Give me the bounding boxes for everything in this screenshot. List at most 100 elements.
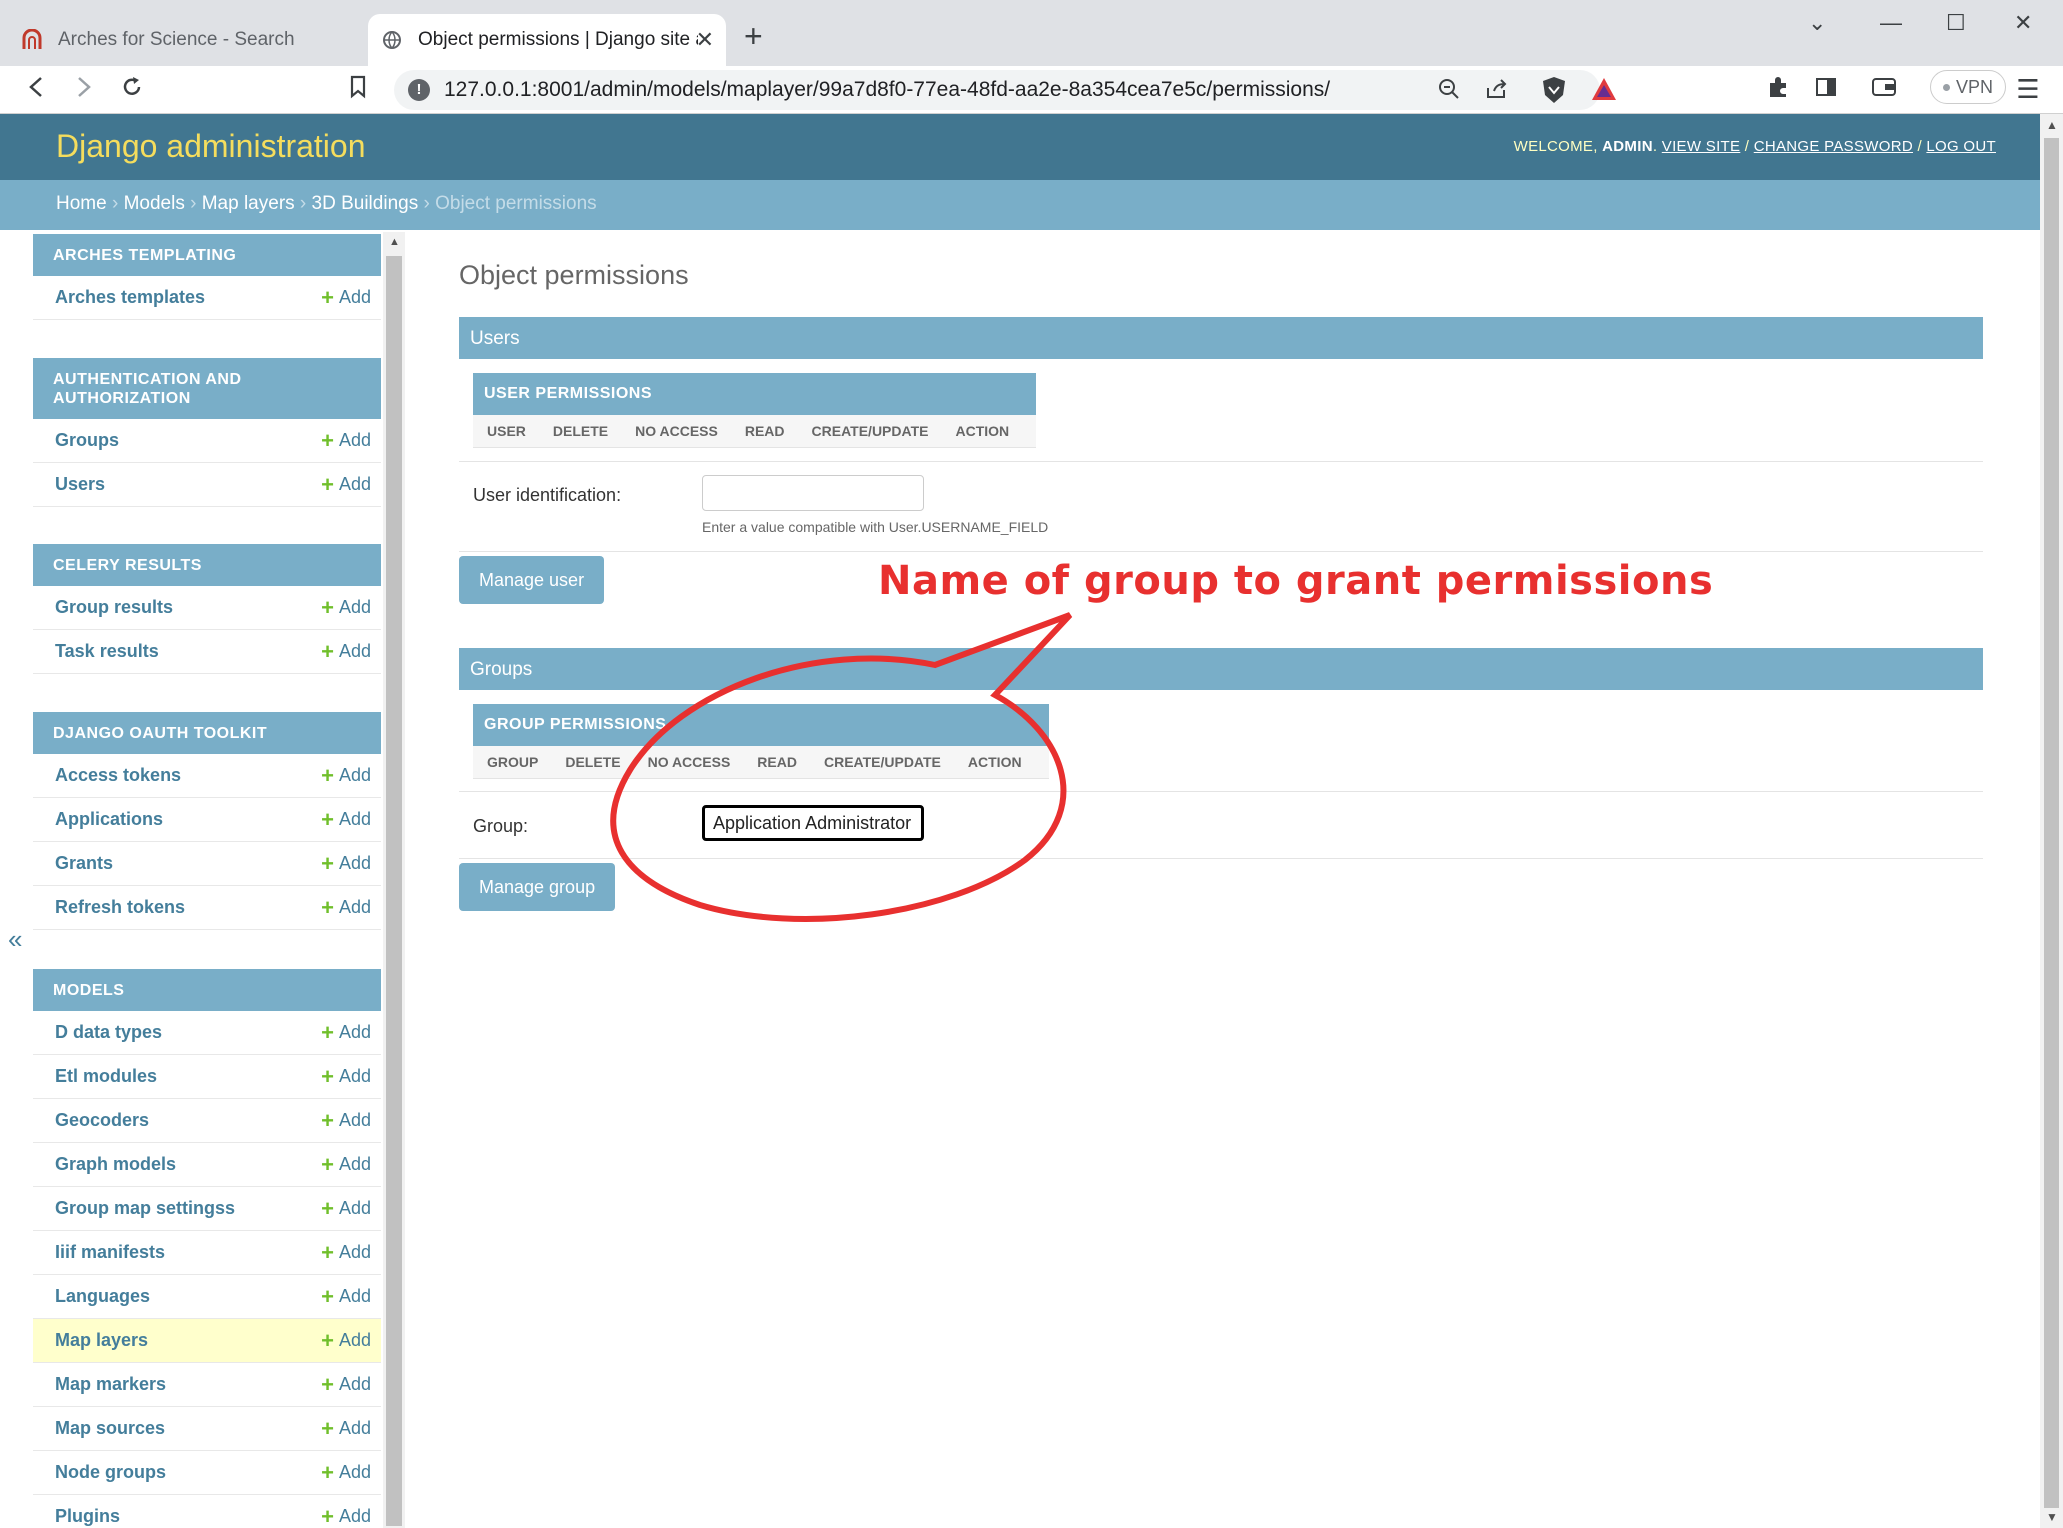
sidebar-item-link[interactable]: Iiif manifests: [55, 1242, 165, 1263]
group-input[interactable]: [702, 805, 924, 841]
sidebar-item-link[interactable]: Map layers: [55, 1330, 148, 1351]
minimize-icon[interactable]: —: [1880, 10, 1902, 36]
add-link[interactable]: + Add: [321, 639, 371, 665]
sidebar-item-link[interactable]: Applications: [55, 809, 163, 830]
add-link[interactable]: + Add: [321, 1020, 371, 1046]
sidebar-item-link[interactable]: Plugins: [55, 1506, 120, 1527]
back-icon[interactable]: [20, 74, 52, 107]
maximize-icon[interactable]: ☐: [1946, 10, 1966, 36]
add-link[interactable]: + Add: [321, 1152, 371, 1178]
sidebar-item-link[interactable]: Map sources: [55, 1418, 165, 1439]
reload-icon[interactable]: [116, 74, 148, 107]
sidebar-module-caption[interactable]: DJANGO OAUTH TOOLKIT: [33, 712, 381, 754]
sidebar-item-link[interactable]: Languages: [55, 1286, 150, 1307]
tab-title: Object permissions | Django site a: [418, 29, 698, 50]
page-scrollbar[interactable]: ▲ ▼: [2040, 114, 2063, 1528]
tab-search-chevron-icon[interactable]: ⌄: [1808, 10, 1826, 36]
sidebar-item-link[interactable]: Refresh tokens: [55, 897, 185, 918]
close-tab-icon[interactable]: ✕: [696, 27, 714, 53]
add-link[interactable]: + Add: [321, 807, 371, 833]
add-link[interactable]: + Add: [321, 1504, 371, 1528]
add-link[interactable]: + Add: [321, 1416, 371, 1442]
sidebar-item-link[interactable]: Group results: [55, 597, 173, 618]
sidebar-module-caption[interactable]: MODELS: [33, 969, 381, 1011]
share-icon[interactable]: [1484, 76, 1510, 108]
zoom-icon[interactable]: [1436, 76, 1462, 108]
add-link[interactable]: + Add: [321, 1108, 371, 1134]
manage-user-button[interactable]: Manage user: [459, 556, 605, 604]
add-link[interactable]: + Add: [321, 1372, 371, 1398]
sidebar-item: Group results + Add: [33, 586, 381, 630]
add-link[interactable]: + Add: [321, 895, 371, 921]
breadcrumb-home[interactable]: Home: [56, 193, 107, 214]
user-permissions-table: USER PERMISSIONS USER DELETE NO ACCESS READ…: [473, 373, 1037, 448]
add-link[interactable]: + Add: [321, 285, 371, 311]
tab-arches-search[interactable]: Arches for Science - Search: [10, 14, 360, 66]
bookmark-icon[interactable]: [342, 74, 374, 107]
sidebar-item-link[interactable]: Users: [55, 474, 105, 495]
scroll-up-icon[interactable]: ▲: [389, 236, 400, 248]
breadcrumb-models[interactable]: Models: [124, 193, 185, 214]
plus-icon: +: [321, 1195, 334, 1221]
sidebar-item-link[interactable]: Arches templates: [55, 287, 205, 308]
tab-object-permissions[interactable]: Object permissions | Django site a ✕: [368, 14, 726, 66]
add-link[interactable]: + Add: [321, 1196, 371, 1222]
forward-icon[interactable]: [68, 74, 100, 107]
sidebar-item-link[interactable]: Task results: [55, 641, 159, 662]
menu-icon[interactable]: ☰: [2012, 74, 2044, 105]
plus-icon: +: [321, 1063, 334, 1089]
sidebar-item-link[interactable]: Map markers: [55, 1374, 166, 1395]
sidebar-item-link[interactable]: Groups: [55, 430, 119, 451]
new-tab-icon[interactable]: +: [744, 18, 763, 55]
sidebar-item-link[interactable]: Etl modules: [55, 1066, 157, 1087]
sidebar-module-caption[interactable]: AUTHENTICATION AND AUTHORIZATION: [33, 358, 381, 419]
page-scroll-thumb[interactable]: [2044, 138, 2059, 1508]
brave-rewards-icon[interactable]: [1590, 76, 1618, 108]
breadcrumb-map-layers[interactable]: Map layers: [202, 193, 295, 214]
sidebar-item-link[interactable]: Graph models: [55, 1154, 176, 1175]
extensions-icon[interactable]: [1762, 74, 1794, 107]
wallet-icon[interactable]: [1868, 74, 1900, 107]
add-link[interactable]: + Add: [321, 595, 371, 621]
log-out-link[interactable]: LOG OUT: [1926, 138, 1996, 155]
sidebar-scroll-thumb[interactable]: [386, 256, 402, 1526]
sidebar-item-link[interactable]: Geocoders: [55, 1110, 149, 1131]
breadcrumb-item[interactable]: 3D Buildings: [312, 193, 419, 214]
add-link[interactable]: + Add: [321, 1328, 371, 1354]
vpn-button[interactable]: VPN: [1930, 70, 2006, 104]
user-identification-label: User identification:: [473, 485, 622, 505]
add-link[interactable]: + Add: [321, 1284, 371, 1310]
user-identification-input[interactable]: [702, 475, 924, 511]
add-link[interactable]: + Add: [321, 1064, 371, 1090]
add-link[interactable]: + Add: [321, 851, 371, 877]
site-brand[interactable]: Django administration: [56, 128, 366, 165]
add-link[interactable]: + Add: [321, 428, 371, 454]
scroll-down-icon[interactable]: ▼: [2046, 1510, 2058, 1524]
sidebar-module-caption[interactable]: ARCHES TEMPLATING: [33, 234, 381, 276]
toggle-sidebar-icon[interactable]: «: [8, 924, 22, 955]
view-site-link[interactable]: VIEW SITE: [1662, 138, 1741, 155]
add-link[interactable]: + Add: [321, 472, 371, 498]
plus-icon: +: [321, 594, 334, 620]
sidebar-toggle-icon[interactable]: [1810, 74, 1842, 107]
site-info-icon[interactable]: !: [408, 79, 430, 101]
address-bar[interactable]: ! 127.0.0.1:8001/admin/models/maplayer/9…: [394, 70, 1616, 111]
sidebar-item-link[interactable]: Grants: [55, 853, 113, 874]
add-label: Add: [338, 641, 371, 661]
sidebar-item-link[interactable]: D data types: [55, 1022, 162, 1043]
sidebar-module-caption[interactable]: CELERY RESULTS: [33, 544, 381, 586]
brave-shields-icon[interactable]: [1540, 75, 1568, 111]
column-header: USER: [487, 423, 526, 439]
scroll-up-icon[interactable]: ▲: [2046, 118, 2058, 132]
add-link[interactable]: + Add: [321, 763, 371, 789]
manage-group-button[interactable]: Manage group: [459, 863, 616, 911]
sidebar-item-link[interactable]: Node groups: [55, 1462, 166, 1483]
add-link[interactable]: + Add: [321, 1460, 371, 1486]
sidebar-item-link[interactable]: Group map settingss: [55, 1198, 235, 1219]
plus-icon: +: [321, 1019, 334, 1045]
sidebar-scrollbar[interactable]: ▲: [383, 232, 405, 1528]
sidebar-item-link[interactable]: Access tokens: [55, 765, 181, 786]
change-password-link[interactable]: CHANGE PASSWORD: [1754, 138, 1913, 155]
close-window-icon[interactable]: ✕: [2014, 10, 2032, 36]
add-link[interactable]: + Add: [321, 1240, 371, 1266]
